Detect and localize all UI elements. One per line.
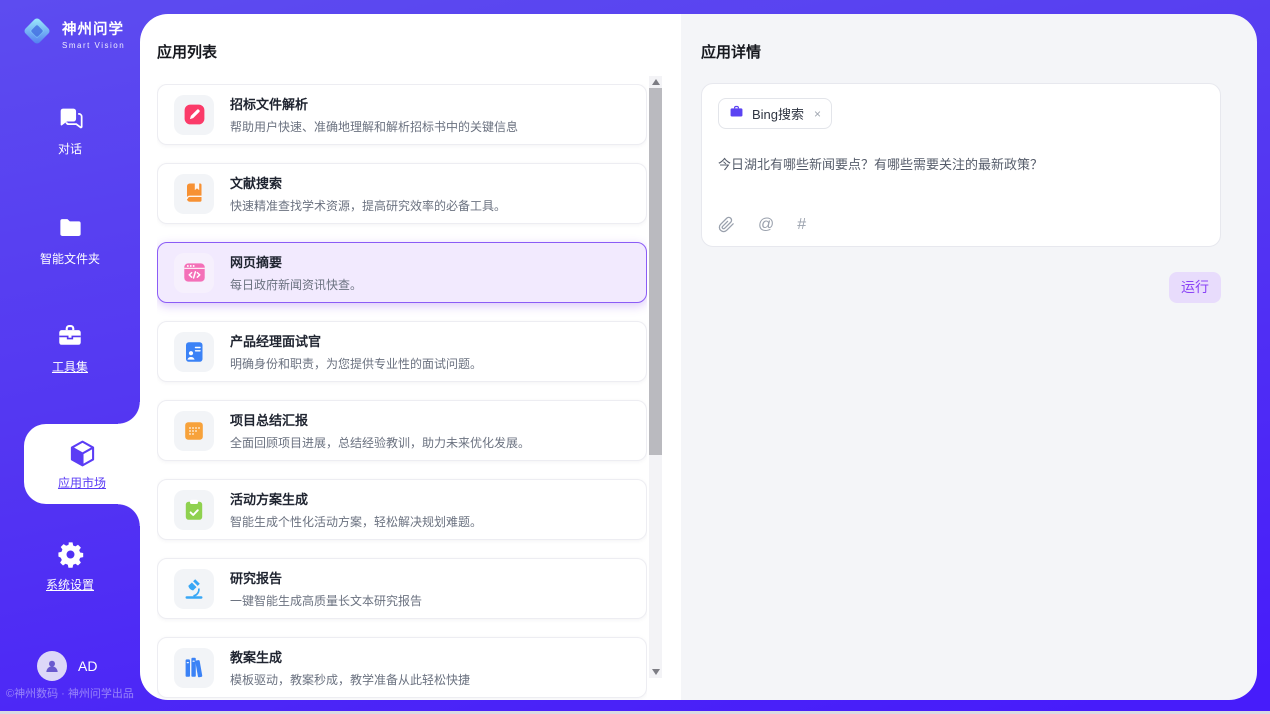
app-detail-title: 应用详情 <box>701 41 1221 62</box>
scroll-down-arrow-icon[interactable] <box>649 666 662 678</box>
microscope-icon <box>174 569 214 609</box>
app-card-desc: 一键智能生成高质量长文本研究报告 <box>230 592 422 609</box>
app-card-title: 活动方案生成 <box>230 489 482 508</box>
browser-code-icon <box>174 253 214 293</box>
sidebar-item-smart-folder[interactable]: 智能文件夹 <box>0 214 140 267</box>
toolbox-icon <box>0 322 140 352</box>
app-card[interactable]: 研究报告一键智能生成高质量长文本研究报告 <box>157 558 647 619</box>
app-card[interactable]: 网页摘要每日政府新闻资讯快查。 <box>157 242 647 303</box>
app-card-desc: 每日政府新闻资讯快查。 <box>230 276 362 293</box>
edit-icon <box>174 95 214 135</box>
sidebar-item-app-market[interactable]: 应用市场 <box>24 424 140 504</box>
app-card-desc: 明确身份和职责，为您提供专业性的面试问题。 <box>230 355 482 372</box>
note-icon <box>174 411 214 451</box>
tool-tag-label: Bing搜索 <box>752 104 804 123</box>
app-card[interactable]: 项目总结汇报全面回顾项目进展，总结经验教训，助力未来优化发展。 <box>157 400 647 461</box>
tool-tag-bing-search[interactable]: Bing搜索 × <box>718 98 832 129</box>
prompt-card: Bing搜索 × 今日湖北有哪些新闻要点？有哪些需要关注的最新政策？ @ # <box>701 83 1221 247</box>
scrollbar-thumb[interactable] <box>649 88 662 455</box>
app-detail-panel: 应用详情 Bing搜索 × 今日湖北有哪些新闻要点？有哪些需要关注的最新政策？ … <box>681 14 1257 700</box>
prompt-toolbar: @ # <box>718 216 806 233</box>
query-text[interactable]: 今日湖北有哪些新闻要点？有哪些需要关注的最新政策？ <box>718 154 1204 173</box>
app-card-title: 网页摘要 <box>230 252 362 271</box>
app-card-desc: 帮助用户快速、准确地理解和解析招标书中的关键信息 <box>230 118 518 135</box>
gear-icon <box>0 540 140 570</box>
sidebar-item-settings[interactable]: 系统设置 <box>0 540 140 593</box>
at-icon[interactable]: @ <box>758 217 774 233</box>
app-card[interactable]: 产品经理面试官明确身份和职责，为您提供专业性的面试问题。 <box>157 321 647 382</box>
run-button[interactable]: 运行 <box>1169 272 1221 303</box>
app-card-desc: 全面回顾项目进展，总结经验教训，助力未来优化发展。 <box>230 434 530 451</box>
brand-logo: 神州问学 Smart Vision <box>19 13 125 54</box>
diamond-logo-icon <box>19 13 55 54</box>
app-card-title: 教案生成 <box>230 647 470 666</box>
app-card-title: 项目总结汇报 <box>230 410 530 429</box>
interviewer-icon <box>174 332 214 372</box>
app-card[interactable]: 文献搜索快速精准查找学术资源，提高研究效率的必备工具。 <box>157 163 647 224</box>
app-card[interactable]: 教案生成模板驱动，教案秒成，教学准备从此轻松快捷 <box>157 637 647 698</box>
sidebar-item-label: 智能文件夹 <box>0 250 140 267</box>
briefcase-icon <box>729 104 744 124</box>
app-card-list: 招标文件解析帮助用户快速、准确地理解和解析招标书中的关键信息文献搜索快速精准查找… <box>157 84 647 700</box>
user-profile: AD <box>37 651 97 681</box>
app-card-title: 研究报告 <box>230 568 422 587</box>
copyright-text: ©神州数码 · 神州问学出品 <box>6 685 138 701</box>
sidebar-item-label: 系统设置 <box>0 576 140 593</box>
app-card-title: 产品经理面试官 <box>230 331 482 350</box>
app-list-title: 应用列表 <box>157 41 217 62</box>
brand-subtitle: Smart Vision <box>62 41 125 50</box>
app-card[interactable]: 活动方案生成智能生成个性化活动方案，轻松解决规划难题。 <box>157 479 647 540</box>
sidebar-item-label: 工具集 <box>0 358 140 375</box>
chat-icon <box>0 104 140 134</box>
user-avatar-icon[interactable] <box>37 651 67 681</box>
paperclip-icon[interactable] <box>718 216 735 233</box>
app-card-desc: 模板驱动，教案秒成，教学准备从此轻松快捷 <box>230 671 470 688</box>
sidebar-item-toolset[interactable]: 工具集 <box>0 322 140 375</box>
hash-icon[interactable]: # <box>797 217 806 233</box>
folder-icon <box>0 214 140 244</box>
app-list-panel: 应用列表 招标文件解析帮助用户快速、准确地理解和解析招标书中的关键信息文献搜索快… <box>140 14 681 700</box>
app-card-title: 文献搜索 <box>230 173 506 192</box>
books-icon <box>174 648 214 688</box>
app-root: 神州问学 Smart Vision 对话智能文件夹工具集应用市场系统设置 AD … <box>0 0 1270 714</box>
sidebar-item-label: 对话 <box>0 140 140 157</box>
sidebar-item-label: 应用市场 <box>58 474 106 491</box>
scroll-up-arrow-icon[interactable] <box>649 76 662 88</box>
app-card-desc: 快速精准查找学术资源，提高研究效率的必备工具。 <box>230 197 506 214</box>
app-card-desc: 智能生成个性化活动方案，轻松解决规划难题。 <box>230 513 482 530</box>
book-icon <box>174 174 214 214</box>
app-card[interactable]: 招标文件解析帮助用户快速、准确地理解和解析招标书中的关键信息 <box>157 84 647 145</box>
sidebar-item-chat[interactable]: 对话 <box>0 104 140 157</box>
clipboard-check-icon <box>174 490 214 530</box>
brand-name: 神州问学 <box>62 18 125 39</box>
close-icon[interactable]: × <box>814 107 821 121</box>
app-card-title: 招标文件解析 <box>230 94 518 113</box>
app-list-scrollbar[interactable] <box>649 76 662 678</box>
user-name: AD <box>78 658 97 674</box>
cube-icon <box>67 438 98 468</box>
main-panel: 应用列表 招标文件解析帮助用户快速、准确地理解和解析招标书中的关键信息文献搜索快… <box>140 14 1257 700</box>
sidebar: 神州问学 Smart Vision 对话智能文件夹工具集应用市场系统设置 AD … <box>0 0 140 714</box>
